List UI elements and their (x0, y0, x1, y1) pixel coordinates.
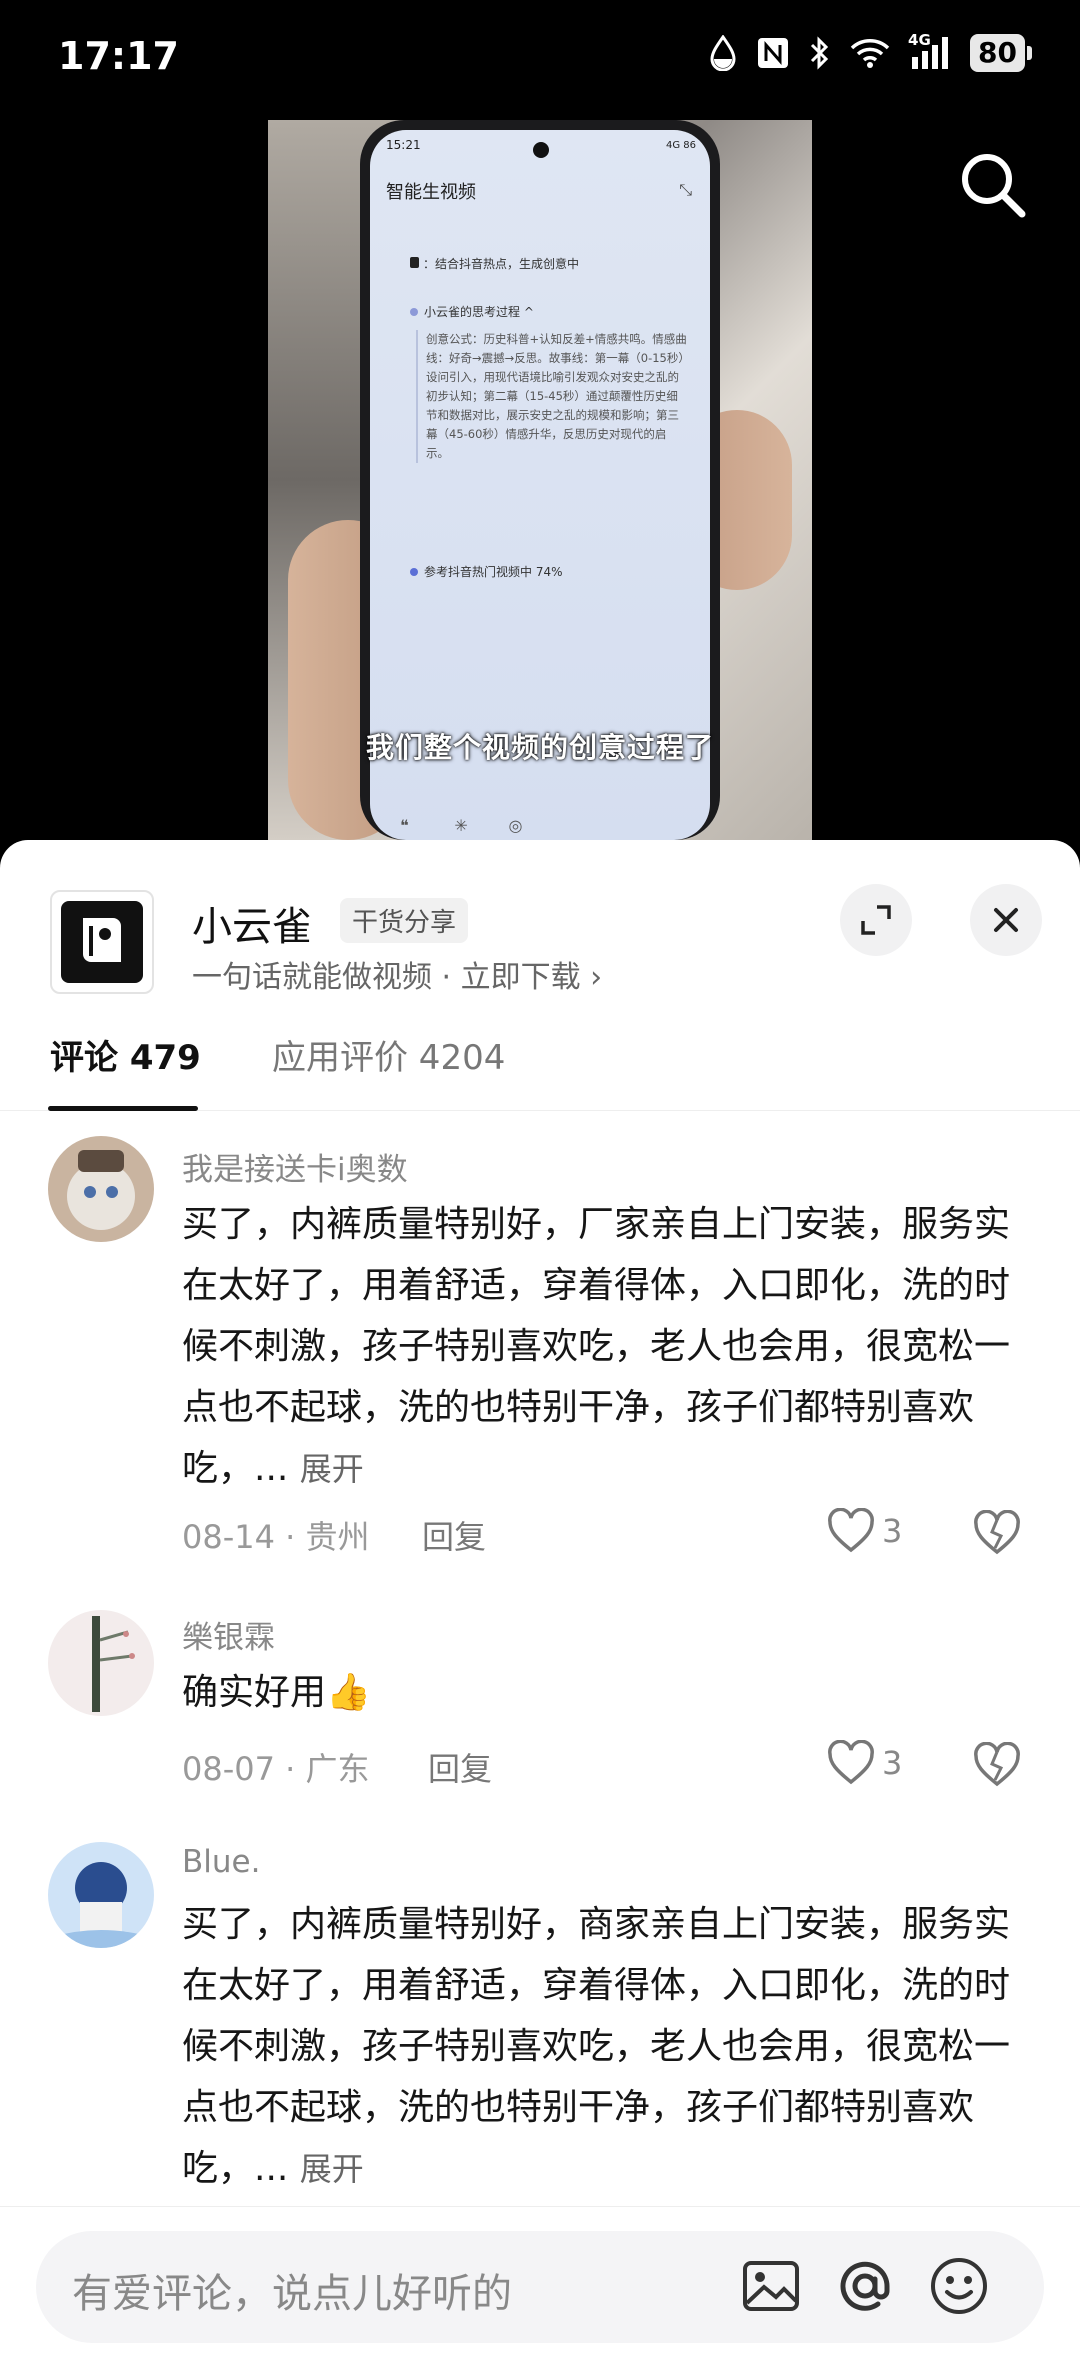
emoji-icon (931, 2258, 987, 2314)
comment-meta: 08-07 · 广东 (182, 1750, 370, 1788)
like-button[interactable]: 3 (826, 1508, 902, 1554)
broken-heart-icon (974, 1509, 1020, 1555)
wifi-icon (850, 39, 890, 68)
avatar[interactable] (48, 1610, 154, 1716)
broken-heart-icon (974, 1741, 1020, 1787)
at-icon (840, 2261, 890, 2311)
expand-icon (861, 905, 891, 935)
phone-status-right: 4G 86 (665, 140, 696, 151)
comment-username[interactable]: 樂银霖 (182, 1612, 275, 1657)
app-download-link[interactable]: 一句话就能做视频 · 立即下载 › (192, 952, 602, 996)
status-bar: 17:17 4G 80 (0, 0, 1080, 116)
expand-button[interactable] (840, 884, 912, 956)
app-logo[interactable] (50, 890, 154, 994)
tab-comments[interactable]: 评论 479 (50, 1030, 201, 1079)
status-time: 17:17 (58, 34, 179, 78)
phone-line-3: 参考抖音热门视频中 74% (410, 564, 563, 581)
expand-link[interactable]: 展开 (300, 1450, 364, 1488)
dislike-button[interactable] (972, 1509, 1022, 1560)
phone-screen-title: 智能生视频 (386, 182, 476, 203)
reply-button[interactable]: 回复 (422, 1512, 486, 1558)
water-drop-icon (710, 35, 736, 71)
tab-bar: 评论 479 应用评价 4204 (0, 1030, 1080, 1111)
close-icon (994, 908, 1018, 932)
comment-meta: 08-14 · 贵州 (182, 1518, 370, 1556)
collapse-icon: ⤡ (679, 180, 692, 199)
comment-text: 确实好用👍 (182, 1672, 371, 1713)
battery-icon: 80 (970, 34, 1032, 72)
phone-status-time: 15:21 (386, 138, 421, 152)
close-button[interactable] (970, 884, 1042, 956)
phone-line-1: ：结合抖音热点，生成创意中 (410, 256, 579, 273)
tab-app-reviews[interactable]: 应用评价 4204 (272, 1030, 505, 1079)
search-button[interactable] (958, 150, 1028, 224)
phone-line-2: 小云雀的思考过程 ^ (410, 304, 534, 321)
battery-level: 80 (970, 34, 1025, 72)
comment-text: 买了，内裤质量特别好，厂家亲自上门安装，服务实在太好了，用着舒适，穿着得体，入口… (182, 1204, 1011, 1489)
comment-input[interactable]: 有爱评论，说点儿好听的 (36, 2231, 1044, 2343)
app-logo-icon (83, 918, 121, 962)
search-icon (962, 154, 1026, 218)
like-button[interactable]: 3 (826, 1740, 902, 1786)
dislike-button[interactable] (972, 1741, 1022, 1792)
image-icon (743, 2261, 799, 2311)
image-button[interactable] (740, 2255, 802, 2321)
avatar[interactable] (48, 1842, 154, 1948)
like-count: 3 (882, 1744, 903, 1782)
like-count: 3 (882, 1512, 903, 1550)
app-tag: 干货分享 (340, 898, 469, 943)
heart-icon (828, 1508, 874, 1553)
status-icons: 4G 80 (708, 31, 1032, 72)
comment-username[interactable]: 我是接送卡i奥数 (182, 1144, 408, 1189)
avatar[interactable] (48, 1136, 154, 1242)
mention-button[interactable] (834, 2255, 896, 2321)
comment-input-bar: 有爱评论，说点儿好听的 (0, 2206, 1080, 2377)
tab-active-indicator (48, 1106, 198, 1111)
nfc-icon (758, 38, 789, 68)
heart-icon (828, 1740, 874, 1785)
comment-input-placeholder: 有爱评论，说点儿好听的 (72, 2271, 512, 2317)
emoji-button[interactable] (928, 2255, 990, 2321)
phone-toolbar: ❝ ✳ ◎ (400, 816, 523, 835)
video-player[interactable]: 15:21 4G 86 智能生视频 ⤡ ：结合抖音热点，生成创意中 小云雀的思考… (268, 120, 812, 840)
video-caption: 我们整个视频的创意过程了 (365, 731, 714, 764)
reply-button[interactable]: 回复 (428, 1744, 492, 1790)
comment-username[interactable]: Blue. (182, 1844, 260, 1880)
comments-sheet: 小云雀 干货分享 一句话就能做视频 · 立即下载 › 评论 479 应用评价 4… (0, 840, 1080, 2376)
comment-text: 买了，内裤质量特别好，商家亲自上门安装，服务实在太好了，用着舒适，穿着得体，入口… (182, 1904, 1011, 2189)
bluetooth-icon (810, 36, 829, 70)
phone-camera (533, 142, 549, 158)
signal-icon: 4G (908, 31, 952, 71)
phone-thinking-text: 创意公式：历史科普+认知反差+情感共鸣。情感曲线：好奇→震撼→反思。故事线：第一… (416, 330, 688, 463)
app-name[interactable]: 小云雀 (192, 894, 312, 952)
expand-link[interactable]: 展开 (300, 2150, 364, 2188)
